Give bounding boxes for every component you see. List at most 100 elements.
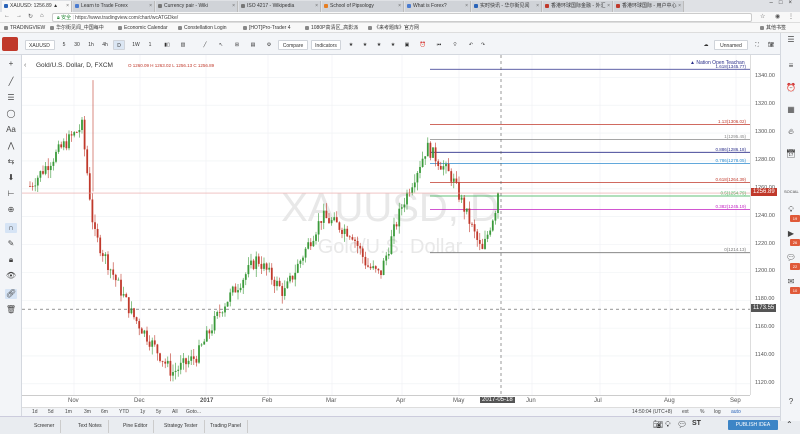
camera-icon[interactable]: 📷︎ [766, 40, 776, 50]
other-bookmarks[interactable]: 其他书签 [760, 23, 786, 33]
trash-icon[interactable]: 🗑︎ [5, 305, 17, 315]
streams-icon[interactable]: ▶ [784, 229, 798, 238]
chats-icon[interactable]: 💬︎ [784, 253, 798, 262]
tab-text-notes[interactable]: Text Notes [72, 420, 109, 433]
scale-log[interactable]: log [714, 409, 721, 415]
bars-icon[interactable]: ▥ [178, 40, 188, 50]
pattern-icon[interactable]: ⋀ [5, 141, 17, 151]
sidebar-menu-icon[interactable]: ☰ [784, 35, 798, 44]
window-controls[interactable]: –□× [770, 0, 798, 6]
tab-screener[interactable]: Screener [28, 420, 62, 433]
bookmark[interactable]: [HOT]Pro-Trader 4 [243, 23, 291, 33]
indicators-button[interactable]: Indicators [311, 40, 341, 50]
link-icon[interactable]: 🔗︎ [5, 289, 17, 299]
layout-name-button[interactable]: Unnamed [714, 40, 748, 50]
undo-icon[interactable]: ↶ [466, 40, 476, 50]
tab-trading-panel[interactable]: Trading Panel [204, 420, 248, 433]
interval-4h[interactable]: 4h [100, 40, 110, 50]
range-all[interactable]: All [172, 409, 178, 415]
close-icon[interactable]: × [232, 1, 235, 12]
tab-iso-4217[interactable]: ISO 4217 - Wikipedia × [239, 1, 321, 12]
scale-percent[interactable]: % [700, 409, 704, 415]
favorite-icon[interactable]: ★ [360, 40, 370, 50]
cursor-icon[interactable]: ↖ [216, 40, 226, 50]
candles-icon[interactable]: ▮▯ [162, 40, 172, 50]
range-6m[interactable]: 6m [101, 409, 108, 415]
bookmark[interactable]: 华尔街见闻_中国每中 [50, 23, 104, 33]
idea-icon[interactable]: 💡︎ [450, 40, 460, 50]
close-icon[interactable]: × [315, 1, 318, 12]
tab-hk-user[interactable]: 香港环球国际 - 用户中心 × [614, 1, 684, 12]
range-5d[interactable]: 5d [48, 409, 54, 415]
data-window-icon[interactable]: ▦ [784, 105, 798, 114]
interval-1w[interactable]: 1W [130, 40, 142, 50]
prediction-icon[interactable]: ⇆ [5, 157, 17, 167]
calendar-icon[interactable]: 📅︎ [784, 149, 798, 158]
replay-icon[interactable]: ⏮ [434, 40, 444, 50]
chat-icon[interactable]: 💬︎ [677, 420, 687, 429]
range-5y[interactable]: 5y [156, 409, 161, 415]
trendline-icon[interactable]: ╱ [5, 77, 17, 87]
tab-what-is-forex[interactable]: What is Forex? × [405, 1, 471, 12]
tab-hk-finance[interactable]: 香港环球国际金融 - 外汇 × [543, 1, 613, 12]
help-icon[interactable]: ? [784, 397, 798, 406]
price-scale[interactable]: 1340.001320.001300.001280.001260.001240.… [750, 55, 780, 395]
interval-30[interactable]: 30 [72, 40, 82, 50]
reload-icon[interactable]: ↻ [28, 13, 33, 20]
favorite-icon[interactable]: ★ [374, 40, 384, 50]
goto-button[interactable]: Goto... [186, 409, 201, 415]
pencil-icon[interactable]: ✎ [5, 239, 17, 249]
tab-learn-forex[interactable]: Learn to Trade Forex × [73, 1, 155, 12]
tab-wallstreetcn[interactable]: 实时快讯 - 华尔街见闻 × [472, 1, 542, 12]
symbol-search-input[interactable]: XAUUSD [25, 40, 55, 50]
scale-auto[interactable]: auto [731, 409, 741, 415]
magnet-icon[interactable]: ∩ [5, 223, 17, 233]
tab-pine-editor[interactable]: Pine Editor [117, 420, 155, 433]
bulb-icon[interactable]: 💡︎ [665, 420, 671, 430]
zoom-icon[interactable]: ⊕ [5, 205, 17, 215]
arrow-down-icon[interactable]: ⬇ [5, 173, 17, 183]
watchlist-icon[interactable]: ≡ [784, 61, 798, 70]
bookmark[interactable]: Constellation Login [178, 23, 227, 33]
favorite-icon[interactable]: ★ [388, 40, 398, 50]
tab-xauusd[interactable]: XAUUSD: 1256.89 ▲ × [2, 1, 72, 12]
template-icon[interactable]: ▤ [248, 40, 258, 50]
collapse-arrow-icon[interactable]: ‹ [24, 62, 27, 69]
expand-icon[interactable]: ⌃ [786, 420, 793, 429]
menu-icon[interactable]: ⋮ [788, 13, 794, 20]
interval-1[interactable]: 1 [146, 40, 154, 50]
ellipse-icon[interactable]: ◯ [5, 109, 17, 119]
home-icon[interactable]: ⌂ [40, 13, 44, 19]
close-icon[interactable]: × [678, 1, 681, 12]
close-icon[interactable]: × [149, 1, 152, 12]
bookmark[interactable]: 1080P高清区_高影派 [305, 23, 358, 33]
star-icon[interactable]: ☆ [760, 13, 765, 20]
price-chart[interactable]: XAUUSD, D Gold/U.S. Dollar 1.618(1345.77… [22, 55, 750, 395]
fullscreen-icon[interactable]: ⛶ [752, 40, 762, 50]
stocktwits-button[interactable]: ST [692, 420, 701, 427]
tab-strategy-tester[interactable]: Strategy Tester [158, 420, 205, 433]
grid-icon[interactable]: ⊞ [232, 40, 242, 50]
crosshair-icon[interactable]: + [5, 59, 17, 69]
alerts-icon[interactable]: ⏰ [784, 83, 798, 92]
forward-icon[interactable]: → [16, 13, 22, 19]
layout-icon[interactable]: ▣ [402, 40, 412, 50]
cloud-icon[interactable]: ☁ [700, 40, 712, 50]
range-1m[interactable]: 1m [65, 409, 72, 415]
bookmark[interactable]: Economic Calendar [118, 23, 168, 33]
horizontal-lines-icon[interactable]: ☰ [5, 93, 17, 103]
text-icon[interactable]: Aa [5, 125, 17, 135]
publish-idea-button[interactable]: PUBLISH IDEA [728, 420, 778, 430]
close-icon[interactable]: × [607, 1, 610, 12]
close-icon[interactable]: × [536, 1, 539, 12]
line-style-icon[interactable]: ╱ [200, 40, 210, 50]
back-icon[interactable]: ← [4, 13, 10, 19]
scale-ext[interactable]: ext [682, 409, 689, 415]
close-icon[interactable]: × [398, 1, 401, 12]
close-icon[interactable]: × [66, 1, 69, 12]
bookmark[interactable]: 《来考题库》官方网 [368, 23, 419, 33]
range-ytd[interactable]: YTD [119, 409, 129, 415]
url-field[interactable]: 🔒︎ 安全 | https://www.tradingview.com/char… [52, 13, 752, 22]
eye-icon[interactable]: 👁︎ [5, 271, 17, 281]
favorite-icon[interactable]: ★ [346, 40, 356, 50]
